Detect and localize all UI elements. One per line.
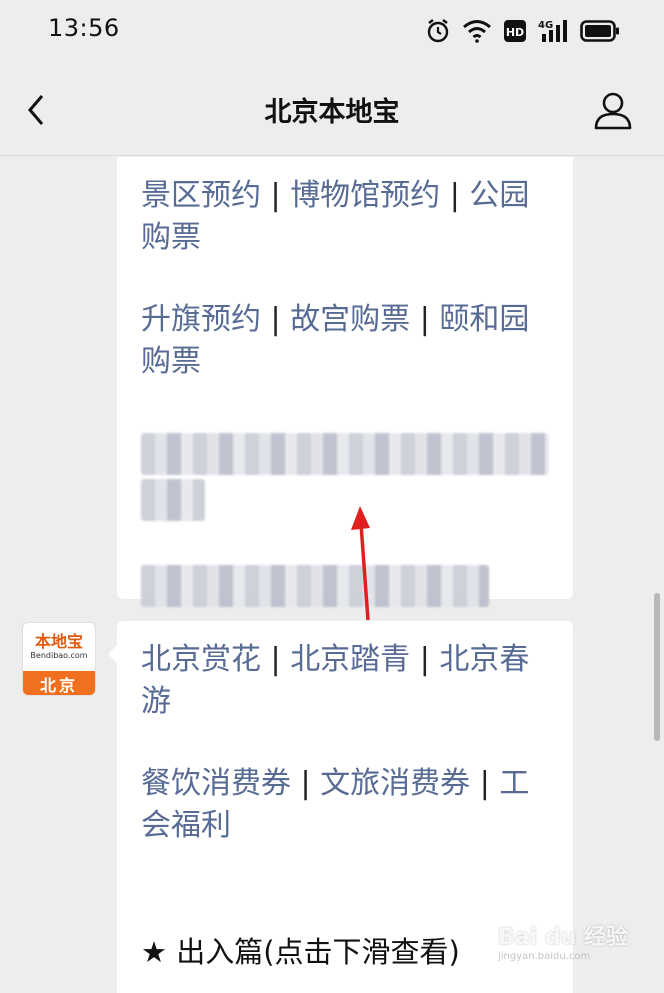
link-separator: | — [410, 642, 440, 677]
page-title: 北京本地宝 — [264, 97, 400, 128]
link-separator: | — [291, 766, 321, 801]
link-beijing-outing[interactable]: 北京踏青 — [290, 642, 410, 677]
link-separator: | — [261, 642, 291, 677]
link-dining-vouchers[interactable]: 餐饮消费券 — [141, 766, 291, 801]
link-separator: | — [410, 302, 440, 337]
avatar-logo: 本地宝 Bendibao.com — [23, 623, 95, 671]
link-forbidden-city-tickets[interactable]: 故宫购票 — [290, 302, 410, 337]
person-icon — [594, 92, 632, 130]
avatar-city: 北京 — [23, 671, 95, 695]
link-separator: | — [261, 178, 291, 213]
link-line: 景区预约 | 博物馆预约 | 公园购票 — [141, 175, 549, 259]
hd-label: HD — [506, 26, 524, 39]
profile-button[interactable] — [592, 90, 634, 132]
nav-bar: 北京本地宝 — [0, 64, 664, 156]
avatar-brand: 本地宝 — [34, 632, 83, 651]
battery-icon — [580, 19, 620, 43]
link-separator: | — [261, 302, 291, 337]
annotation-arrow-icon — [351, 506, 370, 621]
chat-area[interactable]: 景区预约 | 博物馆预约 | 公园购票 升旗预约 | 故宫购票 | 颐和园购票 … — [0, 157, 664, 993]
wifi-icon — [462, 19, 492, 43]
watermark-sub: jingyan.baidu.com — [498, 951, 591, 962]
blurred-link-line — [141, 433, 549, 475]
section-heading: ★ 出入篇(点击下滑查看) — [141, 935, 460, 969]
link-separator: | — [470, 766, 500, 801]
link-flag-raising-reservation[interactable]: 升旗预约 — [141, 302, 261, 337]
link-line: 北京赏花 | 北京踏青 | 北京春游 — [141, 639, 549, 723]
link-line: 升旗预约 | 故宫购票 | 颐和园购票 — [141, 299, 549, 383]
hd-icon: HD — [504, 20, 526, 42]
status-icons: HD 4G — [426, 14, 620, 48]
status-bar: 13:56 HD 4G — [0, 0, 664, 64]
link-scenic-reservation[interactable]: 景区预约 — [141, 178, 261, 213]
watermark: Bai du 经验 jingyan.baidu.com — [498, 919, 630, 971]
link-line: 餐饮消费券 | 文旅消费券 | 工会福利 — [141, 763, 549, 847]
link-culture-travel-vouchers[interactable]: 文旅消费券 — [320, 766, 470, 801]
status-time: 13:56 — [48, 14, 120, 42]
blurred-link-line — [141, 565, 489, 607]
signal-icon: 4G — [538, 18, 568, 44]
watermark-main: Bai du 经验 — [498, 925, 628, 950]
link-beijing-flowers[interactable]: 北京赏花 — [141, 642, 261, 677]
scrollbar[interactable] — [654, 593, 660, 741]
account-avatar[interactable]: 本地宝 Bendibao.com 北京 — [22, 622, 96, 696]
avatar-site: Bendibao.com — [30, 651, 88, 660]
alarm-icon — [426, 18, 450, 44]
blurred-link-line — [141, 479, 205, 521]
network-label: 4G — [538, 20, 553, 31]
link-museum-reservation[interactable]: 博物馆预约 — [290, 178, 440, 213]
link-separator: | — [440, 178, 470, 213]
